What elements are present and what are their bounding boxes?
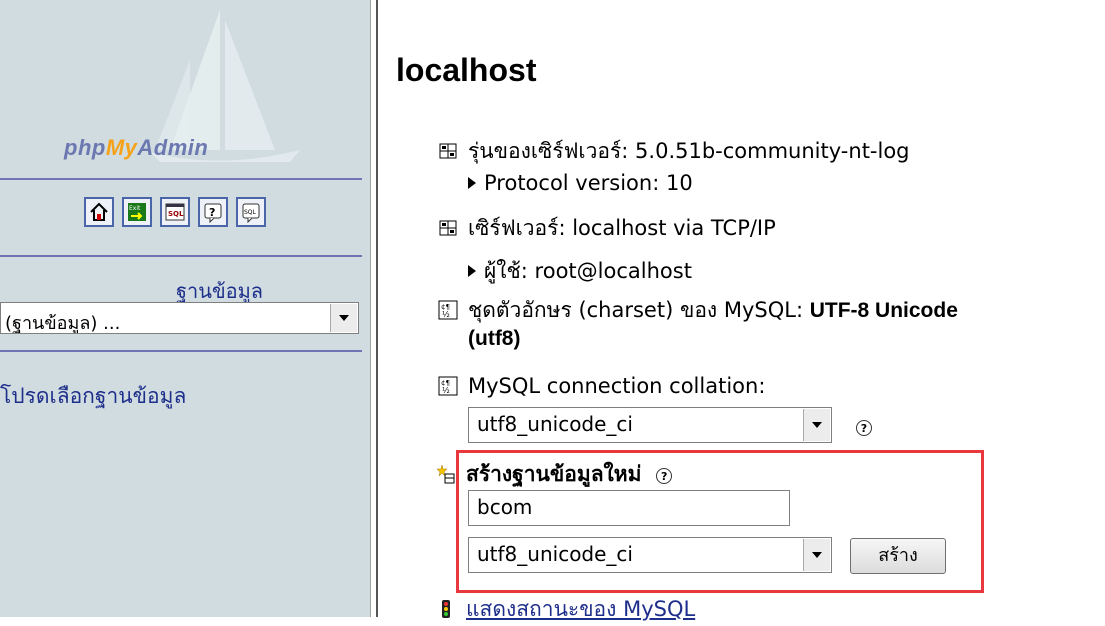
bullet-icon <box>468 177 476 189</box>
bullet-icon <box>468 265 476 277</box>
protocol-version-row: Protocol version: 10 <box>468 171 693 195</box>
traffic-light-icon <box>442 600 450 618</box>
svg-text:Exit: Exit <box>129 205 141 212</box>
new-database-icon <box>436 464 455 484</box>
collation-label: MySQL connection collation: <box>468 374 766 398</box>
home-icon[interactable] <box>84 197 114 227</box>
exit-icon[interactable]: Exit <box>122 197 152 227</box>
divider <box>0 255 362 257</box>
sql-query-icon[interactable]: SQL <box>160 197 190 227</box>
server-row: เซิร์ฟเวอร์: localhost via TCP/IP <box>438 212 776 245</box>
server-icon <box>439 220 457 236</box>
protocol-version-text: Protocol version: 10 <box>484 171 693 195</box>
charset-value: UTF-8 Unicode <box>809 299 958 322</box>
new-database-name-input[interactable]: bcom <box>468 490 790 526</box>
help-icon[interactable]: ? <box>198 197 228 227</box>
sidebar-toolbar: Exit SQL ? SQL <box>84 197 266 227</box>
sql-docs-icon[interactable]: SQL <box>236 197 266 227</box>
new-database-collation-value: utf8_unicode_ci <box>477 542 633 566</box>
charset-row: ¢¶ ½ ชุดตัวอักษร (charset) ของ MySQL: UTF-… <box>438 294 958 327</box>
select-database-hint: โปรดเลือกฐานข้อมูล <box>0 384 187 408</box>
user-text: ผู้ใช้: root@localhost <box>484 259 692 283</box>
navigation-frame: phpMyAdmin Exit SQL ? SQL ฐานข้อมูล (ฐาน… <box>0 0 370 617</box>
charset-icon: ¢¶½ <box>438 300 458 320</box>
database-select-value: (ฐานข้อมูล) ... <box>5 313 121 334</box>
database-select[interactable]: (ฐานข้อมูล) ... <box>0 302 359 334</box>
main-content: localhost รุ่นของเซิร์ฟเวอร์: 5.0.51b-co… <box>396 0 1096 621</box>
svg-text:½: ½ <box>442 386 450 395</box>
svg-text:?: ? <box>209 206 215 219</box>
create-database-button[interactable]: สร้าง <box>850 538 946 574</box>
mysql-status-link[interactable]: แสดงสถานะของ MySQL <box>466 597 695 621</box>
chevron-down-icon[interactable] <box>803 409 830 441</box>
page-title: localhost <box>396 52 537 88</box>
collation-select-value: utf8_unicode_ci <box>477 412 633 436</box>
chevron-down-icon[interactable] <box>330 304 357 332</box>
new-database-name-value: bcom <box>477 495 533 519</box>
chevron-down-icon[interactable] <box>803 539 830 571</box>
server-version-text: รุ่นของเซิร์ฟเวอร์: 5.0.51b-community-nt… <box>468 139 910 163</box>
svg-text:SQL: SQL <box>244 209 257 216</box>
collation-select[interactable]: utf8_unicode_ci <box>468 407 832 443</box>
svg-text:SQL: SQL <box>168 210 184 218</box>
mysql-status-row: แสดงสถานะของ MySQL <box>436 593 695 626</box>
divider <box>0 178 362 180</box>
server-version-row: รุ่นของเซิร์ฟเวอร์: 5.0.51b-community-nt… <box>438 135 910 168</box>
svg-text:½: ½ <box>442 310 450 319</box>
create-database-help-icon[interactable]: ? <box>656 462 673 486</box>
create-database-label: สร้างฐานข้อมูลใหม่ <box>466 462 642 486</box>
collation-row: ¢¶ ½ MySQL connection collation: <box>438 374 765 398</box>
phpmyadmin-logo[interactable]: phpMyAdmin <box>64 135 208 161</box>
server-icon <box>439 143 457 159</box>
new-database-collation-select[interactable]: utf8_unicode_ci <box>468 537 832 573</box>
frame-splitter[interactable] <box>370 0 379 617</box>
charset-value-continued: (utf8) <box>468 327 521 350</box>
create-database-row: สร้างฐานข้อมูลใหม่ ? <box>436 458 673 491</box>
charset-icon: ¢¶½ <box>438 376 458 396</box>
user-row: ผู้ใช้: root@localhost <box>468 255 692 288</box>
server-text: เซิร์ฟเวอร์: localhost via TCP/IP <box>468 216 776 240</box>
collation-help-icon[interactable]: ? <box>856 418 872 437</box>
divider <box>0 350 362 352</box>
charset-label: ชุดตัวอักษร (charset) ของ MySQL: <box>468 298 810 322</box>
